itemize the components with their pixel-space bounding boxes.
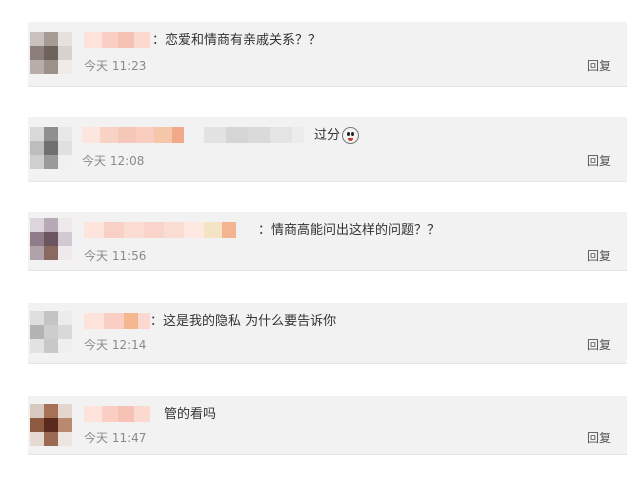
comment-card: 过分 今天 12:08 回复 (28, 117, 627, 182)
username[interactable] (82, 127, 184, 143)
username[interactable] (84, 406, 150, 422)
reply-button[interactable]: 回复 (587, 248, 611, 264)
comment-text-content: 过分 (314, 128, 341, 143)
comment-card: 管的看吗 今天 11:47 回复 (28, 396, 627, 455)
reply-button[interactable]: 回复 (587, 337, 611, 353)
comment-timestamp: 今天 11:23 (84, 59, 147, 73)
avatar[interactable] (30, 404, 72, 446)
comment-timestamp: 今天 12:14 (84, 338, 147, 352)
reply-button[interactable]: 回复 (587, 153, 611, 169)
username[interactable] (84, 313, 150, 329)
reply-button[interactable]: 回复 (587, 58, 611, 74)
comment-text: ：这是我的隐私 为什么要告诉你 (150, 314, 337, 329)
comment-text: ：恋爱和情商有亲戚关系？？ (152, 33, 322, 48)
comment-card: ：这是我的隐私 为什么要告诉你 今天 12:14 回复 (28, 303, 627, 364)
comment-text: ：情商高能问出这样的问题？？ (258, 223, 441, 238)
avatar[interactable] (30, 218, 72, 260)
comment-card: ：恋爱和情商有亲戚关系？？ 今天 11:23 回复 (28, 22, 627, 87)
comment-timestamp: 今天 11:56 (84, 249, 147, 263)
comment-timestamp: 今天 12:08 (82, 154, 145, 168)
comment-text: 过分 (314, 127, 360, 145)
avatar[interactable] (30, 311, 72, 353)
comment-card: ：情商高能问出这样的问题？？ 今天 11:56 回复 (28, 212, 627, 271)
comment-text: 管的看吗 (164, 407, 217, 422)
username[interactable] (84, 32, 150, 48)
mention-username[interactable] (204, 127, 304, 143)
reply-button[interactable]: 回复 (587, 430, 611, 446)
avatar[interactable] (30, 127, 72, 169)
comment-timestamp: 今天 11:47 (84, 431, 147, 445)
avatar[interactable] (30, 32, 72, 74)
shocked-face-icon (342, 127, 360, 144)
username[interactable] (84, 222, 236, 238)
